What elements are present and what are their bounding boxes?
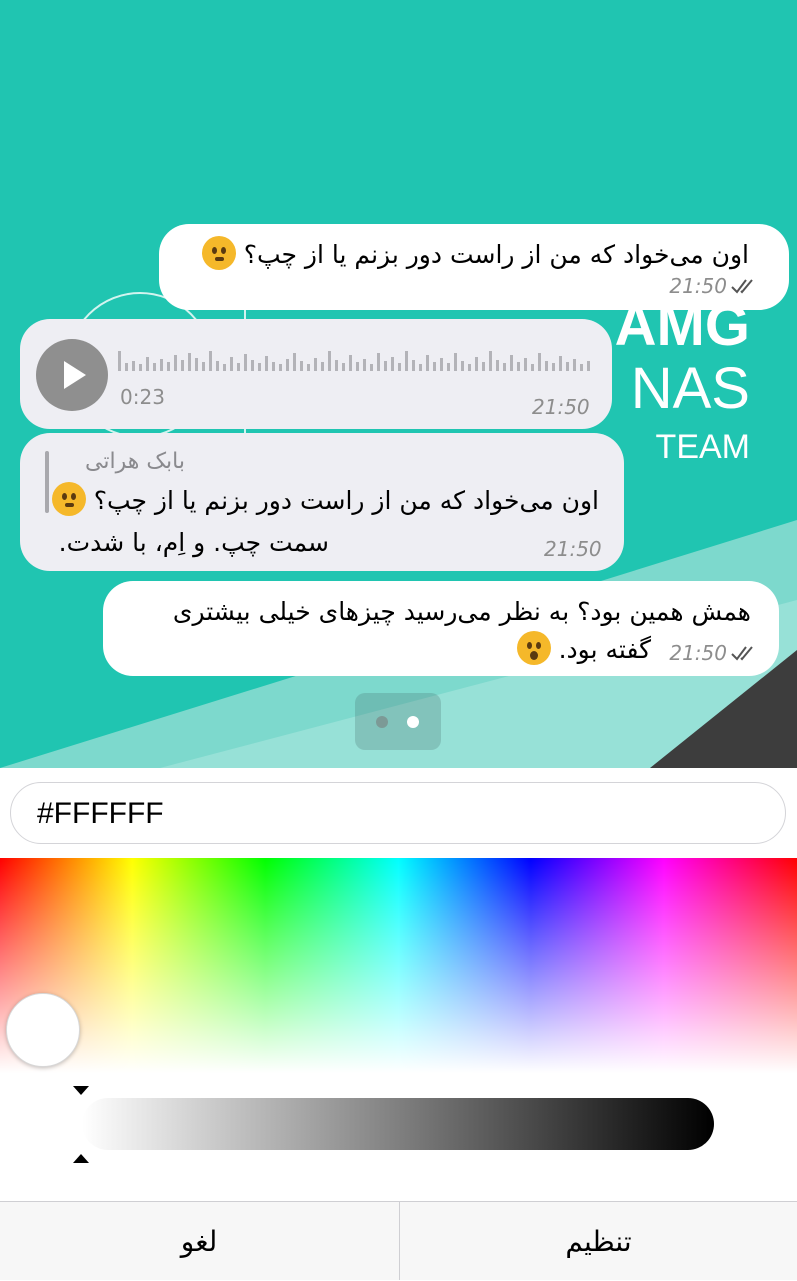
double-check-icon <box>731 279 753 294</box>
message-text-line-2: گفته بود. <box>558 635 651 664</box>
message-time: 21:50 <box>669 274 727 298</box>
outgoing-message-bubble: اون می‌خواد که من از راست دور بزنم یا از… <box>159 224 789 310</box>
message-time: 21:50 <box>544 537 602 561</box>
hex-field[interactable] <box>10 782 786 844</box>
brightness-marker-top-icon <box>73 1086 89 1095</box>
voice-waveform <box>118 351 590 371</box>
message-text: سمت چپ. و اِم، با شدت. <box>58 528 329 557</box>
message-text-line-1: همش همین بود؟ به نظر می‌رسید چیزهای خیلی… <box>172 597 751 626</box>
thinking-face-emoji-icon <box>201 236 236 270</box>
brightness-marker-bottom-icon[interactable] <box>73 1154 89 1163</box>
voice-message-bubble <box>20 319 612 429</box>
play-button[interactable] <box>36 339 108 411</box>
thinking-face-emoji-icon <box>51 482 86 516</box>
page-dot-1[interactable] <box>376 716 388 728</box>
cancel-button[interactable]: لغو <box>0 1202 398 1280</box>
hex-color-input[interactable] <box>35 792 739 836</box>
reply-author-name: بابک هراتی <box>85 449 185 474</box>
message-time: 21:50 <box>669 641 727 665</box>
outgoing-message-bubble: همش همین بود؟ به نظر می‌رسید چیزهای خیلی… <box>103 581 779 676</box>
logo-team-text: TEAM <box>656 428 750 466</box>
reply-quote-text: اون می‌خواد که من از راست دور بزنم یا از… <box>93 486 599 515</box>
hushed-face-emoji-icon <box>516 631 551 665</box>
logo-nas-text: NAS <box>631 356 750 421</box>
color-picker-handle[interactable] <box>6 993 80 1067</box>
brightness-slider[interactable] <box>82 1098 714 1150</box>
message-text: اون می‌خواد که من از راست دور بزنم یا از… <box>243 240 749 269</box>
voice-duration: 0:23 <box>120 385 165 409</box>
hue-saturation-spectrum[interactable] <box>0 858 797 1073</box>
double-check-icon <box>731 646 753 661</box>
page-dot-2-active[interactable] <box>407 716 419 728</box>
wallpaper-page-indicator[interactable] <box>355 693 441 750</box>
set-button[interactable]: تنظیم <box>399 1202 797 1280</box>
chat-background-preview: AMG NAS TEAM اون می‌خواد که من از راست د… <box>0 0 797 768</box>
message-time: 21:50 <box>532 395 590 419</box>
action-bar: لغو تنظیم <box>0 1201 797 1280</box>
reply-quote-bar <box>45 451 49 513</box>
